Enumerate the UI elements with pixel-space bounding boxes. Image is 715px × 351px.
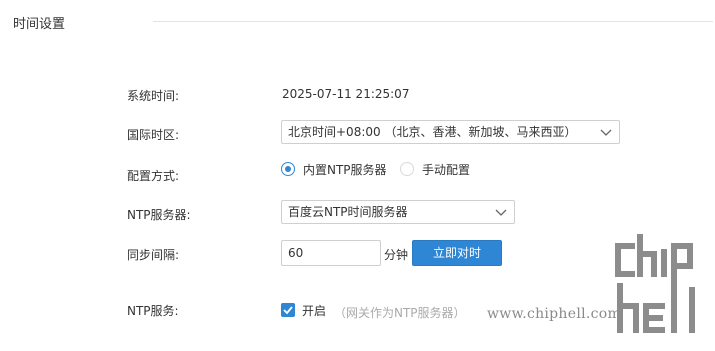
config-mode-label: 配置方式: [127,169,180,183]
radio-manual-config[interactable] [400,162,414,176]
radio-builtin-ntp[interactable] [281,162,295,176]
sync-now-button[interactable]: 立即对时 [412,240,502,266]
ntp-service-hint: （网关作为NTP服务器） [334,306,466,320]
ntp-service-label: NTP服务: [127,304,179,318]
system-time-value: 2025-07-11 21:25:07 [282,87,410,101]
chevron-down-icon [495,209,507,216]
section-title: 时间设置 [13,17,66,32]
ntp-server-select[interactable]: 百度云NTP时间服务器 [281,200,515,224]
system-time-label: 系统时间: [127,89,180,103]
ntp-server-selected-value: 百度云NTP时间服务器 [288,205,408,219]
ntp-service-checkbox[interactable] [281,303,295,317]
watermark-url: www.chiphell.com [487,306,622,322]
check-icon [283,306,293,315]
sync-interval-label: 同步间隔: [127,248,180,262]
sync-interval-input[interactable] [281,240,381,266]
chiphell-logo-watermark [615,234,695,333]
sync-interval-unit: 分钟 [384,248,409,262]
ntp-server-label: NTP服务器: [127,208,191,222]
section-divider [153,21,713,22]
radio-manual-config-label[interactable]: 手动配置 [422,161,470,178]
radio-builtin-ntp-label[interactable]: 内置NTP服务器 [303,161,387,178]
timezone-selected-value: 北京时间+08:00 （北京、香港、新加坡、马来西亚） [288,125,577,139]
timezone-label: 国际时区: [127,128,180,142]
time-settings-page: 时间设置 系统时间: 2025-07-11 21:25:07 国际时区: 北京时… [0,0,715,351]
timezone-select[interactable]: 北京时间+08:00 （北京、香港、新加坡、马来西亚） [281,120,620,144]
ntp-service-checkbox-label[interactable]: 开启 [302,302,326,319]
chevron-down-icon [600,129,612,136]
